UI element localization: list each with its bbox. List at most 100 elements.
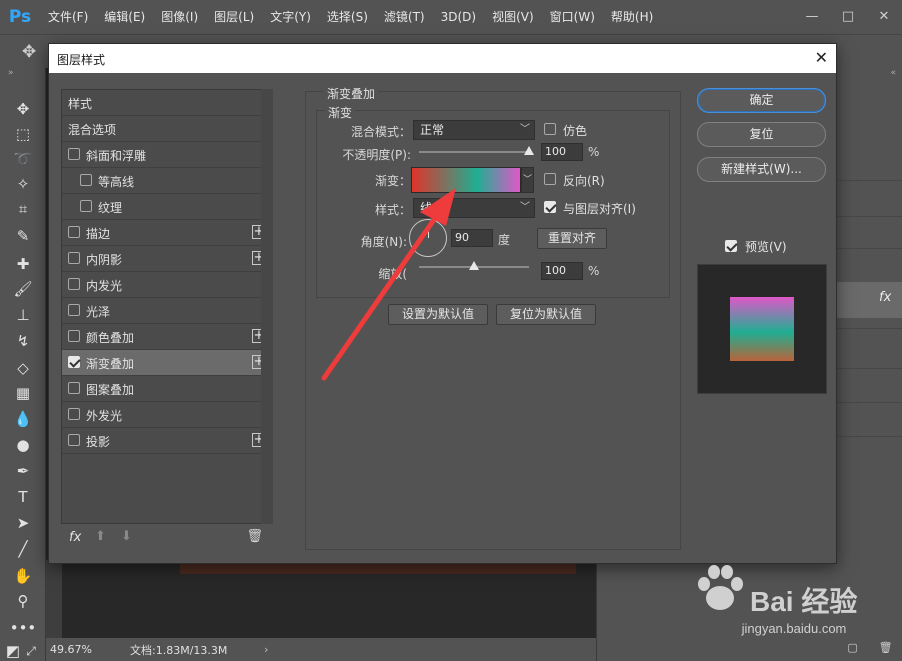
gradient-style-select[interactable]: 线 ﹀ <box>413 198 535 218</box>
move-up-icon[interactable]: ⬆ <box>95 529 106 544</box>
eraser-tool-icon[interactable]: ◇ <box>10 357 36 379</box>
gradient-tool-icon[interactable]: ▦ <box>10 382 36 404</box>
angle-dial[interactable] <box>409 219 447 257</box>
menu-item[interactable]: 文字(Y) <box>262 0 319 34</box>
history-brush-tool-icon[interactable]: ↯ <box>10 330 36 352</box>
gradient-picker-chevron-icon[interactable]: ﹀ <box>521 167 534 193</box>
swap-colors-icon[interactable]: ⤢ <box>22 640 40 661</box>
magic-wand-tool-icon[interactable]: ✧ <box>10 173 36 195</box>
blend-mode-select[interactable]: 正常 ﹀ <box>413 120 535 140</box>
maximize-button[interactable]: □ <box>830 0 866 34</box>
style-list-item[interactable]: 等高线 <box>62 168 272 194</box>
reverse-checkbox[interactable] <box>544 173 556 185</box>
style-list-item[interactable]: 投影 + <box>62 428 272 454</box>
healing-brush-tool-icon[interactable]: ✚ <box>10 253 36 275</box>
reset-button[interactable]: 复位 <box>697 122 826 147</box>
opacity-input[interactable]: 100 <box>541 143 583 161</box>
delete-layer-icon[interactable]: 🗑 <box>879 641 893 654</box>
style-list-item[interactable]: 外发光 <box>62 402 272 428</box>
line-tool-icon[interactable]: ╱ <box>10 538 36 560</box>
layer-fx-icon[interactable]: fx <box>879 290 891 305</box>
move-tool-icon[interactable]: ✥ <box>10 98 36 120</box>
style-checkbox[interactable] <box>80 200 92 212</box>
style-list-item[interactable]: 混合选项 <box>62 116 272 142</box>
dither-checkbox[interactable] <box>544 123 556 135</box>
path-selection-tool-icon[interactable]: ➤ <box>10 512 36 534</box>
style-checkbox[interactable] <box>68 434 80 446</box>
dialog-titlebar[interactable]: 图层样式 ✕ <box>49 44 836 73</box>
opacity-slider-thumb[interactable] <box>524 146 534 155</box>
set-as-default-button[interactable]: 设置为默认值 <box>388 304 488 325</box>
ok-button[interactable]: 确定 <box>697 88 826 113</box>
new-layer-icon[interactable]: ▢ <box>847 641 857 654</box>
style-list-item[interactable]: 光泽 <box>62 298 272 324</box>
style-checkbox[interactable] <box>68 330 80 342</box>
style-list-item[interactable]: 图案叠加 <box>62 376 272 402</box>
minimize-button[interactable]: — <box>794 0 830 34</box>
collapse-arrows-icon[interactable]: » <box>8 68 14 78</box>
scale-input[interactable]: 100 <box>541 262 583 280</box>
gradient-swatch[interactable] <box>411 167 521 193</box>
pen-tool-icon[interactable]: ✒ <box>10 460 36 482</box>
brush-tool-icon[interactable]: 🖌 <box>10 278 36 300</box>
more-tools-icon[interactable]: ••• <box>10 617 37 639</box>
status-menu-arrow-icon[interactable]: › <box>264 643 268 656</box>
dodge-tool-icon[interactable]: ● <box>10 434 36 456</box>
zoom-level[interactable]: 49.67% <box>50 643 92 656</box>
style-list-scrollbar[interactable] <box>261 89 273 524</box>
menu-item[interactable]: 帮助(H) <box>603 0 661 34</box>
new-style-button[interactable]: 新建样式(W)... <box>697 157 826 182</box>
zoom-tool-icon[interactable]: ⚲ <box>10 590 36 612</box>
menu-item[interactable]: 窗口(W) <box>542 0 603 34</box>
style-list-item[interactable]: 内发光 <box>62 272 272 298</box>
style-checkbox[interactable] <box>68 252 80 264</box>
hand-tool-icon[interactable]: ✋ <box>10 565 36 587</box>
lasso-tool-icon[interactable]: ➰ <box>10 148 36 170</box>
style-checkbox[interactable] <box>68 148 80 160</box>
style-list-item[interactable]: 纹理 <box>62 194 272 220</box>
collapse-panels-icon[interactable]: « <box>890 68 896 78</box>
reset-to-default-button[interactable]: 复位为默认值 <box>496 304 596 325</box>
style-list-item[interactable]: 内阴影 + <box>62 246 272 272</box>
style-list-item[interactable]: 样式 <box>62 90 272 116</box>
fx-icon[interactable]: fx <box>69 530 81 545</box>
style-list-item[interactable]: 描边 + <box>62 220 272 246</box>
eyedropper-tool-icon[interactable]: ✎ <box>10 225 36 247</box>
style-list-item[interactable]: 渐变叠加 + <box>62 350 272 376</box>
trash-icon[interactable]: 🗑 <box>246 529 263 544</box>
style-checkbox[interactable] <box>68 278 80 290</box>
style-list-item[interactable]: 颜色叠加 + <box>62 324 272 350</box>
crop-tool-icon[interactable]: ⌗ <box>10 198 36 220</box>
menu-item[interactable]: 文件(F) <box>40 0 96 34</box>
move-down-icon[interactable]: ⬇ <box>121 529 132 544</box>
style-list-item[interactable]: 斜面和浮雕 <box>62 142 272 168</box>
opacity-slider-track[interactable] <box>419 151 529 153</box>
menu-item[interactable]: 滤镜(T) <box>376 0 433 34</box>
menu-item[interactable]: 图像(I) <box>153 0 206 34</box>
style-checkbox[interactable] <box>68 304 80 316</box>
angle-input[interactable]: 90 <box>451 229 493 247</box>
close-icon[interactable]: ✕ <box>815 48 828 67</box>
style-checkbox[interactable] <box>68 408 80 420</box>
close-app-button[interactable]: ✕ <box>866 0 902 34</box>
move-tool-icon[interactable]: ✥ <box>22 42 36 62</box>
style-checkbox[interactable] <box>80 174 92 186</box>
reset-alignment-button[interactable]: 重置对齐 <box>537 228 607 249</box>
menu-item[interactable]: 图层(L) <box>206 0 262 34</box>
preview-checkbox[interactable] <box>725 240 737 252</box>
menu-item[interactable]: 3D(D) <box>433 0 484 34</box>
align-with-layer-checkbox[interactable] <box>544 201 556 213</box>
clone-stamp-tool-icon[interactable]: ⊥ <box>10 304 36 326</box>
style-checkbox[interactable] <box>68 356 80 368</box>
menu-item[interactable]: 视图(V) <box>484 0 542 34</box>
menu-item[interactable]: 编辑(E) <box>96 0 153 34</box>
scale-slider-thumb[interactable] <box>469 261 479 270</box>
marquee-tool-icon[interactable]: ⬚ <box>10 123 36 145</box>
selected-layer-row[interactable] <box>837 282 902 318</box>
menu-item[interactable]: 选择(S) <box>319 0 376 34</box>
style-checkbox[interactable] <box>68 382 80 394</box>
style-checkbox[interactable] <box>68 226 80 238</box>
blur-tool-icon[interactable]: 💧 <box>10 408 36 430</box>
default-colors-icon[interactable]: ◩ <box>4 640 22 661</box>
type-tool-icon[interactable]: T <box>10 486 36 508</box>
